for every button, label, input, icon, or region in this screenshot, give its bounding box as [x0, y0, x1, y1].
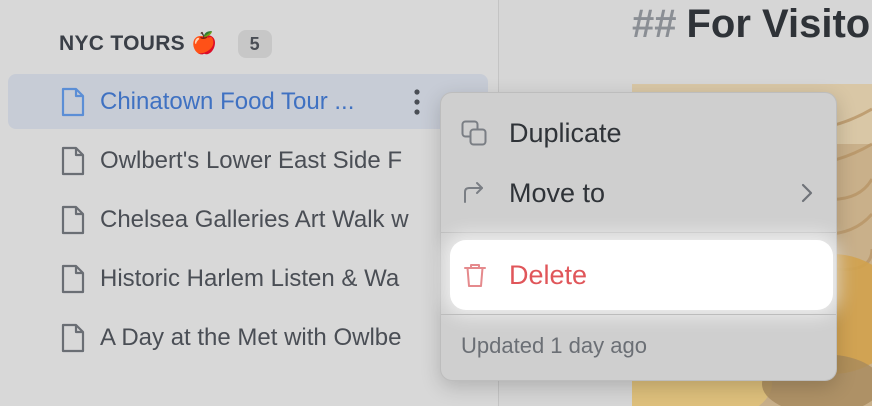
page-label: Chelsea Galleries Art Walk w — [100, 205, 409, 233]
count-badge: 5 — [237, 30, 272, 58]
menu-divider — [441, 232, 836, 233]
chevron-right-icon — [801, 183, 813, 203]
move-to-menu-item[interactable]: Move to — [441, 163, 836, 223]
duplicate-icon — [461, 120, 487, 146]
duplicate-label: Duplicate — [509, 117, 622, 148]
page-label: Historic Harlem Listen & Wa — [100, 264, 400, 292]
heading-markdown-hash: ## — [632, 2, 677, 46]
page-icon — [61, 146, 85, 175]
page-icon — [61, 205, 85, 234]
page-icon — [61, 87, 85, 116]
heading-text: For Visito — [686, 2, 871, 46]
more-vertical-icon[interactable] — [408, 87, 426, 117]
page-label: Chinatown Food Tour ... — [100, 87, 355, 115]
page-item-lower-east-side[interactable]: Owlbert's Lower East Side F — [8, 133, 488, 188]
duplicate-menu-item[interactable]: Duplicate — [441, 103, 836, 163]
move-to-label: Move to — [509, 177, 606, 208]
section-header[interactable]: NYC TOURS 🍎 5 — [59, 30, 272, 58]
page-label: A Day at the Met with Owlbe — [100, 323, 402, 351]
page-label: Owlbert's Lower East Side F — [100, 146, 403, 174]
trash-icon — [464, 264, 486, 287]
page-list: Chinatown Food Tour ... Owlbert's Lower … — [8, 74, 488, 369]
page-item-day-at-the-met[interactable]: A Day at the Met with Owlbe — [8, 310, 488, 365]
page-item-historic-harlem[interactable]: Historic Harlem Listen & Wa — [8, 251, 488, 306]
page-icon — [61, 264, 85, 293]
updated-timestamp: Updated 1 day ago — [461, 333, 647, 358]
sidebar: NYC TOURS 🍎 5 Chinatown Food Tour ... Ow… — [0, 0, 499, 406]
page-item-chinatown-food-tour[interactable]: Chinatown Food Tour ... — [8, 74, 488, 129]
context-menu: Duplicate Move to Delete Updated 1 day a… — [440, 92, 837, 381]
move-arrow-icon — [464, 182, 483, 203]
page-heading: ## For Visito — [632, 2, 870, 47]
delete-label: Delete — [509, 259, 588, 290]
section-title: NYC TOURS 🍎 — [59, 32, 218, 55]
page-icon — [61, 323, 85, 352]
page-item-chelsea-galleries[interactable]: Chelsea Galleries Art Walk w — [8, 192, 488, 247]
menu-divider — [441, 314, 836, 315]
delete-menu-item[interactable]: Delete — [450, 240, 833, 310]
